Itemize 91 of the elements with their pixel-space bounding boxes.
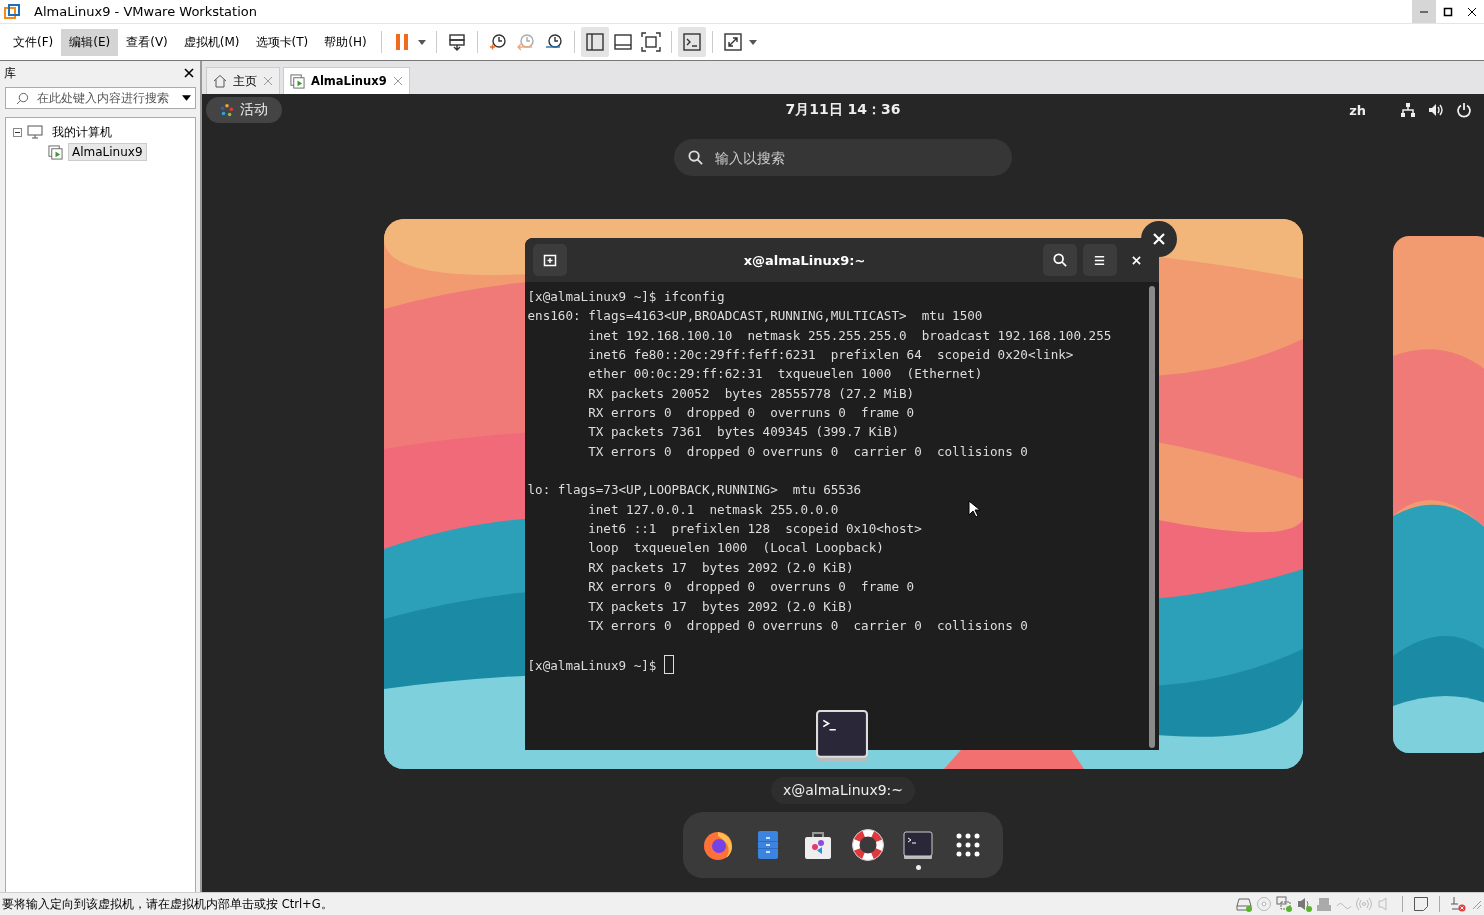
clock-plus-icon	[487, 32, 508, 52]
close-icon	[1467, 6, 1477, 17]
caret-icon	[182, 95, 191, 101]
collapse-icon[interactable]	[13, 127, 22, 137]
menu-item[interactable]: 文件(F)	[5, 28, 62, 56]
language-indicator[interactable]: zh	[1349, 102, 1366, 118]
terminal-line: TX packets 17 bytes 2092 (2.0 KiB)	[587, 597, 854, 616]
menu-icon	[1093, 253, 1106, 267]
tab[interactable]: AlmaLinux9	[283, 67, 410, 94]
terminal-prompt: [x@almaLinux9 ~]$	[527, 657, 658, 673]
close-icon[interactable]	[392, 76, 403, 86]
menu-item[interactable]: 帮助(H)	[316, 28, 375, 56]
close-icon	[1132, 255, 1141, 265]
console-button[interactable]	[677, 27, 706, 57]
tab[interactable]: 主页	[206, 67, 280, 94]
maximize-icon	[1443, 6, 1453, 17]
menu-item[interactable]: 选项卡(T)	[247, 28, 317, 56]
tree-item[interactable]: AlmaLinux9	[68, 143, 147, 161]
down-arrow-icon	[446, 32, 467, 52]
text-cursor	[664, 654, 674, 674]
terminal-line: RX errors 0 dropped 0 overruns 0 frame 0	[587, 404, 915, 423]
menu-button[interactable]	[1082, 244, 1117, 276]
view-library-button[interactable]	[580, 27, 609, 57]
terminal-line: loop txqueuelen 1000 (Local Loopback)	[587, 539, 884, 558]
terminal-app-icon	[815, 710, 868, 762]
network-device-icon[interactable]	[1276, 896, 1292, 912]
network-icon[interactable]	[1400, 102, 1416, 118]
lifebuoy-icon[interactable]	[852, 829, 884, 861]
panel-title: 库	[4, 64, 16, 82]
close-icon	[1151, 232, 1166, 246]
search-icon	[1052, 253, 1067, 267]
terminal-line: ether 00:0c:29:ff:62:31 txqueuelen 1000 (Ethernet)	[587, 365, 983, 384]
network-error-icon[interactable]	[1450, 896, 1466, 912]
menu-item[interactable]: 编辑(E)	[61, 28, 119, 56]
terminal-icon	[681, 32, 702, 52]
terminal-line: RX packets 17 bytes 2092 (2.0 KiB)	[587, 558, 854, 577]
disk-device-icon[interactable]	[1236, 896, 1252, 912]
search-input[interactable]: 输入以搜索	[713, 148, 998, 167]
terminal-line: lo: flags=73<UP,LOOPBACK,RUNNING> mtu 65536	[527, 481, 862, 500]
terminal-line: inet 192.168.100.10 netmask 255.255.255.0 broadcast 192.168.100.255	[587, 326, 1112, 345]
activities-button[interactable]: 活动	[206, 97, 282, 123]
mouse-pointer-icon	[967, 500, 980, 518]
logo-icon	[220, 103, 234, 117]
minimize-button[interactable]	[1412, 0, 1436, 23]
search-icon	[688, 150, 703, 165]
note-icon[interactable]	[1413, 896, 1429, 912]
terminal-line: RX packets 20052 bytes 28555778 (27.2 MiB)	[587, 384, 915, 403]
scrollbar[interactable]	[1148, 286, 1155, 748]
sound-device-icon[interactable]	[1296, 896, 1312, 912]
terminal-line: inet6 ::1 prefixlen 128 scopeid 0x10<host>	[587, 520, 922, 539]
new-tab-icon	[542, 253, 557, 267]
terminal-title: x@almaLinux9:~	[742, 252, 867, 268]
resize-grip-icon[interactable]	[1470, 898, 1482, 910]
sidebar-layout-icon	[584, 32, 605, 52]
search-icon	[16, 91, 29, 105]
vm-icon	[48, 144, 63, 160]
tree-item[interactable]: 我的计算机	[48, 121, 116, 143]
terminal-line: TX errors 0 dropped 0 overruns 0 carrier 0 collisions 0	[587, 616, 1028, 635]
close-button[interactable]	[184, 68, 194, 78]
terminal-line: TX errors 0 dropped 0 overruns 0 carrier 0 collisions 0	[587, 442, 1028, 461]
status-message: 要将输入定向到该虚拟机，请在虚拟机内部单击或按 Ctrl+G。	[2, 896, 333, 912]
expand-icon	[722, 32, 743, 52]
window-label: x@almaLinux9:~	[770, 777, 915, 804]
terminal-line: [x@almaLinux9 ~]$ ifconfig	[527, 288, 725, 306]
search-field[interactable]: 输入以搜索	[674, 139, 1012, 176]
search-button[interactable]	[1042, 244, 1077, 276]
caret-icon	[748, 39, 757, 45]
home-icon	[213, 74, 227, 88]
terminal-line: inet 127.0.0.1 netmask 255.0.0.0	[587, 500, 839, 519]
fullscreen-icon	[640, 32, 661, 52]
terminal-line: inet6 fe80::20c:29ff:feff:6231 prefixlen 64 scopeid 0x20<link>	[587, 346, 1074, 365]
terminal-icon[interactable]	[902, 829, 934, 861]
terminal-line: TX packets 7361 bytes 409345 (399.7 KiB)	[587, 423, 900, 442]
menu-item[interactable]: 虚拟机(M)	[175, 28, 248, 56]
new-tab-button[interactable]	[532, 244, 567, 276]
vm-icon	[290, 73, 305, 89]
caret-icon	[417, 39, 426, 45]
menu-item[interactable]: 查看(V)	[118, 28, 176, 56]
power-icon[interactable]	[1456, 102, 1472, 118]
volume-icon[interactable]	[1428, 102, 1444, 118]
app-logo-icon	[4, 3, 20, 20]
computer-icon	[27, 125, 43, 139]
shopping-bag-icon[interactable]	[802, 829, 834, 861]
terminal-line: ens160: flags=4163<UP,BROADCAST,RUNNING,MULTICAST> mtu 1500	[527, 307, 983, 326]
terminal-line: RX errors 0 dropped 0 overruns 0 frame 0	[587, 578, 915, 597]
clock[interactable]: 7月11日 14：36	[785, 101, 901, 119]
search-field[interactable]: 在此处键入内容进行搜索	[5, 87, 196, 109]
window-title: AlmaLinux9 - VMware Workstation	[34, 4, 257, 19]
panel-layout-icon	[612, 32, 633, 52]
clock-arrow-icon	[515, 32, 536, 52]
firefox-icon[interactable]	[702, 829, 734, 861]
